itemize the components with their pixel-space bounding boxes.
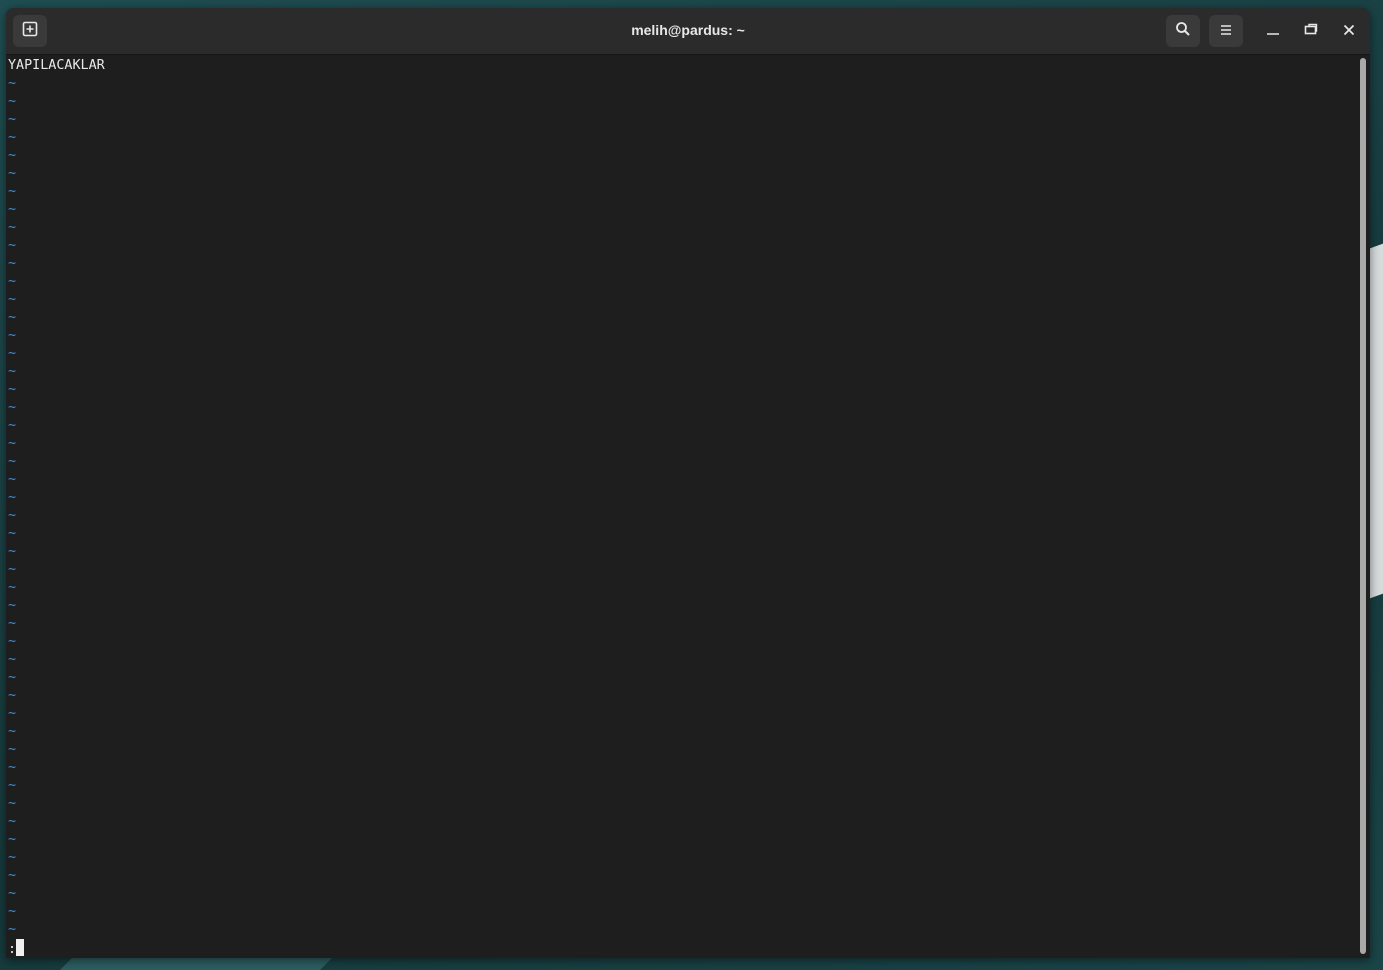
search-icon bbox=[1175, 21, 1191, 41]
desktop-background: melih@pardus: ~ YAPILACAKLAR ~ ~ ~ ~ ~ ~… bbox=[0, 0, 1383, 970]
empty-line-marker: ~ bbox=[8, 94, 17, 109]
empty-line-marker: ~ bbox=[8, 382, 17, 397]
buffer-first-line: YAPILACAKLAR bbox=[8, 58, 105, 73]
close-button[interactable] bbox=[1337, 19, 1361, 43]
empty-line-marker: ~ bbox=[8, 436, 17, 451]
empty-line-marker: ~ bbox=[8, 76, 17, 91]
empty-line-marker: ~ bbox=[8, 706, 17, 721]
empty-line-marker: ~ bbox=[8, 652, 17, 667]
empty-line-markers: ~ ~ ~ ~ ~ ~ ~ ~ ~ ~ ~ ~ ~ ~ ~ ~ ~ ~ ~ ~ ~ ~ ~ ~ ~ ~ ~ ~ ~ ~ ~ ~ ~ ~ ~ ~ ~ ~ ~ ~… bbox=[8, 75, 16, 939]
empty-line-marker: ~ bbox=[8, 418, 17, 433]
terminal-window: melih@pardus: ~ YAPILACAKLAR ~ ~ ~ ~ ~ ~… bbox=[6, 8, 1370, 958]
empty-line-marker: ~ bbox=[8, 634, 17, 649]
empty-line-marker: ~ bbox=[8, 598, 17, 613]
empty-line-marker: ~ bbox=[8, 130, 17, 145]
empty-line-marker: ~ bbox=[8, 814, 17, 829]
empty-line-marker: ~ bbox=[8, 886, 17, 901]
empty-line-marker: ~ bbox=[8, 364, 17, 379]
empty-line-marker: ~ bbox=[8, 724, 17, 739]
empty-line-marker: ~ bbox=[8, 274, 17, 289]
search-button[interactable] bbox=[1166, 15, 1200, 47]
empty-line-marker: ~ bbox=[8, 472, 17, 487]
title-bar[interactable]: melih@pardus: ~ bbox=[6, 8, 1370, 55]
empty-line-marker: ~ bbox=[8, 760, 17, 775]
vim-command-line[interactable]: : bbox=[8, 939, 25, 958]
minimize-icon bbox=[1266, 22, 1280, 41]
empty-line-marker: ~ bbox=[8, 454, 17, 469]
terminal-area[interactable]: YAPILACAKLAR ~ ~ ~ ~ ~ ~ ~ ~ ~ ~ ~ ~ ~ ~ ~ ~ ~ ~ ~ ~ ~ ~ ~ ~ ~ ~ ~… bbox=[6, 55, 1358, 958]
empty-line-marker: ~ bbox=[8, 670, 17, 685]
empty-line-marker: ~ bbox=[8, 256, 17, 271]
empty-line-marker: ~ bbox=[8, 328, 17, 343]
empty-line-marker: ~ bbox=[8, 310, 17, 325]
maximize-button[interactable] bbox=[1299, 19, 1323, 43]
empty-line-marker: ~ bbox=[8, 904, 17, 919]
empty-line-marker: ~ bbox=[8, 220, 17, 235]
empty-line-marker: ~ bbox=[8, 616, 17, 631]
empty-line-marker: ~ bbox=[8, 400, 17, 415]
empty-line-marker: ~ bbox=[8, 508, 17, 523]
empty-line-marker: ~ bbox=[8, 112, 17, 127]
minimize-button[interactable] bbox=[1261, 19, 1285, 43]
empty-line-marker: ~ bbox=[8, 238, 17, 253]
empty-line-marker: ~ bbox=[8, 688, 17, 703]
empty-line-marker: ~ bbox=[8, 544, 17, 559]
hamburger-menu-icon bbox=[1219, 22, 1233, 41]
empty-line-marker: ~ bbox=[8, 526, 17, 541]
empty-line-marker: ~ bbox=[8, 850, 17, 865]
close-icon bbox=[1342, 22, 1356, 41]
empty-line-marker: ~ bbox=[8, 580, 17, 595]
empty-line-marker: ~ bbox=[8, 346, 17, 361]
empty-line-marker: ~ bbox=[8, 490, 17, 505]
empty-line-marker: ~ bbox=[8, 202, 17, 217]
scrollbar[interactable] bbox=[1360, 58, 1366, 954]
empty-line-marker: ~ bbox=[8, 922, 17, 937]
empty-line-marker: ~ bbox=[8, 562, 17, 577]
empty-line-marker: ~ bbox=[8, 148, 17, 163]
empty-line-marker: ~ bbox=[8, 832, 17, 847]
maximize-icon bbox=[1304, 22, 1318, 41]
text-cursor bbox=[16, 939, 25, 956]
empty-line-marker: ~ bbox=[8, 292, 17, 307]
command-prompt: : bbox=[8, 942, 17, 957]
menu-button[interactable] bbox=[1209, 15, 1243, 47]
empty-line-marker: ~ bbox=[8, 166, 17, 181]
empty-line-marker: ~ bbox=[8, 868, 17, 883]
empty-line-marker: ~ bbox=[8, 742, 17, 757]
empty-line-marker: ~ bbox=[8, 184, 17, 199]
empty-line-marker: ~ bbox=[8, 796, 17, 811]
empty-line-marker: ~ bbox=[8, 778, 17, 793]
